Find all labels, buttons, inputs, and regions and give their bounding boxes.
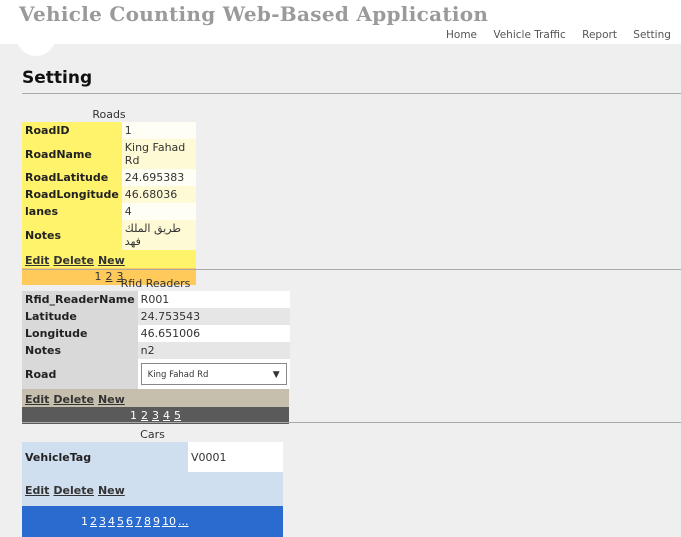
table-row: RoadID 1: [22, 122, 196, 139]
table-row: lanes 4: [22, 203, 196, 220]
page-current: 1: [81, 515, 88, 528]
delete-link[interactable]: Delete: [53, 393, 94, 406]
page-title: Setting: [22, 68, 93, 88]
roads-form: Roads RoadID 1 RoadName King Fahad Rd Road…: [22, 108, 196, 285]
table-row: Road King Fahad Rd ▼: [22, 359, 290, 389]
cars-table: VehicleTag V0001: [22, 442, 283, 472]
road-select-value: King Fahad Rd: [147, 370, 209, 380]
page-link[interactable]: 8: [144, 515, 151, 528]
cars-pager: 1 2 3 4 5 6 7 8 9 10...: [22, 506, 283, 537]
page-link[interactable]: 3: [99, 515, 106, 528]
field-label: Road: [22, 359, 138, 389]
field-value: 46.651006: [137, 325, 290, 342]
table-row: Notes طريق الملك فهد: [22, 220, 196, 250]
table-row: Rfid_ReaderName R001: [22, 291, 290, 308]
divider: [22, 422, 681, 423]
page-link[interactable]: 4: [108, 515, 115, 528]
edit-link[interactable]: Edit: [25, 484, 49, 497]
table-row: Longitude 46.651006: [22, 325, 290, 342]
new-link[interactable]: New: [98, 393, 125, 406]
field-label: Notes: [22, 342, 138, 359]
nav-report[interactable]: Report: [582, 29, 617, 41]
new-link[interactable]: New: [98, 484, 125, 497]
field-value: R001: [137, 291, 290, 308]
rfid-actions: Edit Delete New: [22, 389, 289, 407]
table-row: RoadLongitude 46.68036: [22, 186, 196, 203]
nav-setting[interactable]: Setting: [633, 29, 671, 41]
field-label: VehicleTag: [22, 442, 188, 472]
field-value: طريق الملك فهد: [121, 220, 196, 250]
page-link[interactable]: 5: [174, 409, 181, 422]
table-row: Latitude 24.753543: [22, 308, 290, 325]
field-label: lanes: [22, 203, 122, 220]
page-link[interactable]: 9: [153, 515, 160, 528]
edit-link[interactable]: Edit: [25, 254, 49, 267]
field-label: Rfid_ReaderName: [22, 291, 138, 308]
field-label: RoadID: [22, 122, 122, 139]
page-link[interactable]: 3: [152, 409, 159, 422]
field-value: 1: [121, 122, 196, 139]
chevron-down-icon: ▼: [272, 370, 280, 380]
page-link[interactable]: 7: [135, 515, 142, 528]
rfid-caption: Rfid Readers: [120, 277, 191, 290]
field-label: Notes: [22, 220, 122, 250]
divider: [22, 269, 681, 270]
logo-shape: [16, 34, 56, 56]
main-nav: Home Vehicle Traffic Report Setting: [446, 29, 681, 41]
field-label: RoadLatitude: [22, 169, 122, 186]
table-row: VehicleTag V0001: [22, 442, 283, 472]
field-label: Latitude: [22, 308, 138, 325]
field-value: n2: [137, 342, 290, 359]
field-value: V0001: [188, 442, 283, 472]
delete-link[interactable]: Delete: [53, 254, 94, 267]
nav-vehicle-traffic[interactable]: Vehicle Traffic: [493, 29, 565, 41]
rfid-readers-form: Rfid Readers Rfid_ReaderName R001 Latitud…: [22, 277, 290, 424]
divider: [22, 93, 681, 94]
field-label: RoadName: [22, 139, 122, 169]
page-current: 1: [130, 409, 137, 422]
roads-caption: Roads: [92, 108, 126, 121]
page-link-more[interactable]: ...: [178, 515, 189, 528]
roads-actions: Edit Delete New: [22, 250, 196, 268]
rfid-table: Rfid_ReaderName R001 Latitude 24.753543 Lo…: [22, 291, 290, 389]
page-link[interactable]: 6: [126, 515, 133, 528]
roads-table: RoadID 1 RoadName King Fahad Rd RoadLatitu…: [22, 122, 196, 250]
table-row: Notes n2: [22, 342, 290, 359]
delete-link[interactable]: Delete: [53, 484, 94, 497]
field-label: RoadLongitude: [22, 186, 122, 203]
field-value: King Fahad Rd: [121, 139, 196, 169]
page-link[interactable]: 2: [90, 515, 97, 528]
field-value: 24.753543: [137, 308, 290, 325]
nav-home[interactable]: Home: [446, 29, 477, 41]
edit-link[interactable]: Edit: [25, 393, 49, 406]
page-link[interactable]: 5: [117, 515, 124, 528]
cars-form: Cars VehicleTag V0001 Edit Delete New 12345…: [22, 428, 283, 537]
page-link[interactable]: 4: [163, 409, 170, 422]
new-link[interactable]: New: [98, 254, 125, 267]
road-select[interactable]: King Fahad Rd ▼: [140, 363, 287, 385]
road-select-cell: King Fahad Rd ▼: [137, 359, 290, 389]
table-row: RoadName King Fahad Rd: [22, 139, 196, 169]
app-title: Vehicle Counting Web-Based Application: [19, 2, 489, 26]
page-link[interactable]: 10: [162, 515, 176, 528]
cars-actions: Edit Delete New: [22, 472, 283, 506]
field-label: Longitude: [22, 325, 138, 342]
header: Vehicle Counting Web-Based Application H…: [0, 0, 681, 44]
field-value: 4: [121, 203, 196, 220]
page-link[interactable]: 2: [141, 409, 148, 422]
field-value: 24.695383: [121, 169, 196, 186]
table-row: RoadLatitude 24.695383: [22, 169, 196, 186]
field-value: 46.68036: [121, 186, 196, 203]
cars-caption: Cars: [140, 428, 165, 441]
